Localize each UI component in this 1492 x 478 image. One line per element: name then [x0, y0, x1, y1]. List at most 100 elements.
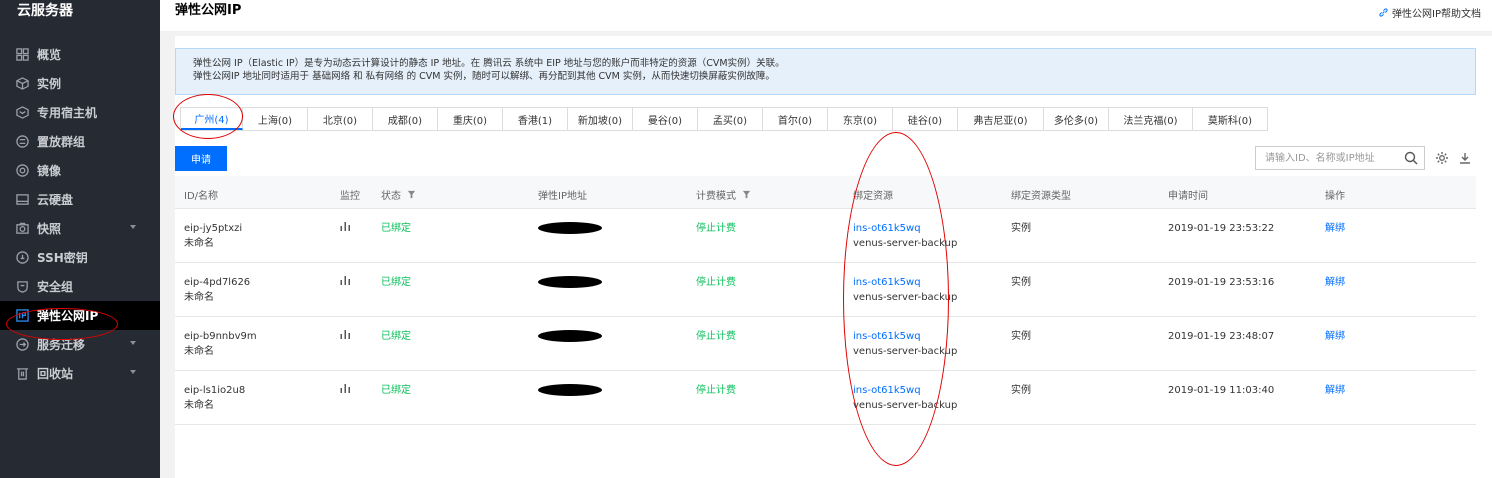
search-icon[interactable] [1404, 151, 1418, 165]
chevron-down-icon[interactable] [130, 341, 136, 345]
sidebar-item-label: 置放群组 [37, 135, 86, 149]
content-panel: 弹性公网 IP（Elastic IP）是专为动态云计算设计的静态 IP 地址。在… [173, 36, 1492, 478]
bound-resource-cell: ins-ot61k5wq venus-server-backup [853, 329, 957, 359]
billing-status: 停止计费 [696, 223, 736, 234]
billing-status: 停止计费 [696, 277, 736, 288]
sidebar-item-label: 快照 [37, 222, 62, 236]
region-tab-chengdu[interactable]: 成都(0) [373, 108, 438, 130]
resource-id-link[interactable]: ins-ot61k5wq [853, 275, 957, 290]
region-tab-moscow[interactable]: 莫斯科(0) [1193, 108, 1268, 130]
apply-time: 2019-01-19 23:53:22 [1168, 223, 1275, 234]
region-tab-shanghai[interactable]: 上海(0) [243, 108, 308, 130]
eip-id[interactable]: eip-ls1io2u8 [184, 383, 245, 398]
gear-icon[interactable] [1435, 151, 1449, 165]
region-tab-tokyo[interactable]: 东京(0) [828, 108, 893, 130]
ip-address-redacted [538, 222, 602, 234]
eip-id[interactable]: eip-4pd7l626 [184, 275, 250, 290]
status-badge: 已绑定 [381, 385, 411, 396]
placement-group-icon [15, 135, 29, 149]
table-row: eip-jy5ptxzi 未命名 已绑定 停止计费 ins-ot61k5wq ven… [175, 209, 1476, 263]
row-id-name: eip-ls1io2u8 未命名 [184, 383, 245, 413]
region-tab-guangzhou[interactable]: 广州(4) [181, 108, 243, 130]
eip-id[interactable]: eip-b9nnbv9m [184, 329, 257, 344]
sidebar-item-placement-group[interactable]: 置放群组 [0, 127, 160, 156]
apply-time: 2019-01-19 23:48:07 [1168, 331, 1275, 342]
region-tab-virginia[interactable]: 弗吉尼亚(0) [958, 108, 1044, 130]
sidebar-item-ssh-key[interactable]: SSH密钥 [0, 243, 160, 272]
region-tab-seoul[interactable]: 首尔(0) [763, 108, 828, 130]
sidebar-item-label: 镜像 [37, 164, 62, 178]
image-disc-icon [15, 164, 29, 178]
col-header-resource-type: 绑定资源类型 [1011, 191, 1071, 202]
sidebar-item-label: 云硬盘 [37, 193, 74, 207]
resource-type: 实例 [1011, 223, 1031, 234]
region-tab-singapore[interactable]: 新加坡(0) [568, 108, 633, 130]
filter-icon[interactable] [742, 190, 751, 199]
monitor-chart-icon[interactable] [340, 383, 351, 393]
monitor-cell [340, 383, 351, 398]
sidebar-item-cloud-disk[interactable]: 云硬盘 [0, 185, 160, 214]
apply-time: 2019-01-19 11:03:40 [1168, 385, 1275, 396]
sidebar-item-label: SSH密钥 [37, 251, 88, 265]
row-id-name: eip-jy5ptxzi 未命名 [184, 221, 242, 251]
sidebar-item-eip[interactable]: 弹性公网IP [0, 301, 160, 330]
resource-id-link[interactable]: ins-ot61k5wq [853, 383, 957, 398]
eip-name: 未命名 [184, 238, 214, 249]
eip-icon [15, 309, 29, 323]
monitor-chart-icon[interactable] [340, 329, 351, 339]
resource-type: 实例 [1011, 385, 1031, 396]
status-badge: 已绑定 [381, 277, 411, 288]
chevron-down-icon[interactable] [130, 370, 136, 374]
help-doc-link[interactable]: 弹性公网IP帮助文档 [1378, 5, 1481, 20]
monitor-chart-icon[interactable] [340, 275, 351, 285]
main-area: 弹性公网IP 弹性公网IP帮助文档 弹性公网 IP（Elastic IP）是专为… [160, 0, 1492, 478]
resource-name: venus-server-backup [853, 346, 958, 357]
resource-name: venus-server-backup [853, 400, 958, 411]
region-tab-hongkong[interactable]: 香港(1) [503, 108, 568, 130]
monitor-cell [340, 275, 351, 290]
chevron-down-icon[interactable] [130, 225, 136, 229]
eip-name: 未命名 [184, 400, 214, 411]
resource-id-link[interactable]: ins-ot61k5wq [853, 221, 957, 236]
help-link-label: 弹性公网IP帮助文档 [1392, 9, 1481, 20]
sidebar-item-security-group[interactable]: 安全组 [0, 272, 160, 301]
sidebar-item-snapshot[interactable]: 快照 [0, 214, 160, 243]
resource-name: venus-server-backup [853, 292, 958, 303]
region-tab-silicon-valley[interactable]: 硅谷(0) [893, 108, 958, 130]
unbind-link[interactable]: 解绑 [1325, 275, 1345, 290]
col-header-billing[interactable]: 计费模式 [696, 187, 751, 202]
migration-icon [15, 338, 29, 352]
region-tab-beijing[interactable]: 北京(0) [308, 108, 373, 130]
unbind-link[interactable]: 解绑 [1325, 329, 1345, 344]
unbind-link[interactable]: 解绑 [1325, 383, 1345, 398]
search-input[interactable] [1256, 148, 1396, 168]
sidebar-item-recycle-bin[interactable]: 回收站 [0, 359, 160, 388]
region-tab-mumbai[interactable]: 孟买(0) [698, 108, 763, 130]
sidebar-item-label: 专用宿主机 [37, 106, 98, 120]
filter-icon[interactable] [407, 190, 416, 199]
sidebar-item-instances[interactable]: 实例 [0, 69, 160, 98]
unbind-link[interactable]: 解绑 [1325, 221, 1345, 236]
bound-resource-cell: ins-ot61k5wq venus-server-backup [853, 383, 957, 413]
table-row: eip-ls1io2u8 未命名 已绑定 停止计费 ins-ot61k5wq ven… [175, 371, 1476, 425]
download-icon[interactable] [1458, 151, 1472, 165]
snapshot-camera-icon [15, 222, 29, 236]
region-tab-toronto[interactable]: 多伦多(0) [1044, 108, 1109, 130]
col-header-status[interactable]: 状态 [381, 187, 416, 202]
col-header-monitor: 监控 [340, 191, 360, 202]
sidebar-item-overview[interactable]: 概览 [0, 40, 160, 69]
monitor-chart-icon[interactable] [340, 221, 351, 231]
sidebar-item-dedicated-host[interactable]: 专用宿主机 [0, 98, 160, 127]
region-tab-chongqing[interactable]: 重庆(0) [438, 108, 503, 130]
region-tab-bangkok[interactable]: 曼谷(0) [633, 108, 698, 130]
monitor-cell [340, 329, 351, 344]
sidebar-item-images[interactable]: 镜像 [0, 156, 160, 185]
apply-time: 2019-01-19 23:53:16 [1168, 277, 1275, 288]
instance-cube-icon [15, 77, 29, 91]
eip-id[interactable]: eip-jy5ptxzi [184, 221, 242, 236]
apply-button[interactable]: 申请 [175, 146, 227, 171]
resource-id-link[interactable]: ins-ot61k5wq [853, 329, 957, 344]
sidebar-item-migration[interactable]: 服务迁移 [0, 330, 160, 359]
region-tab-frankfurt[interactable]: 法兰克福(0) [1109, 108, 1193, 130]
resource-type: 实例 [1011, 277, 1031, 288]
